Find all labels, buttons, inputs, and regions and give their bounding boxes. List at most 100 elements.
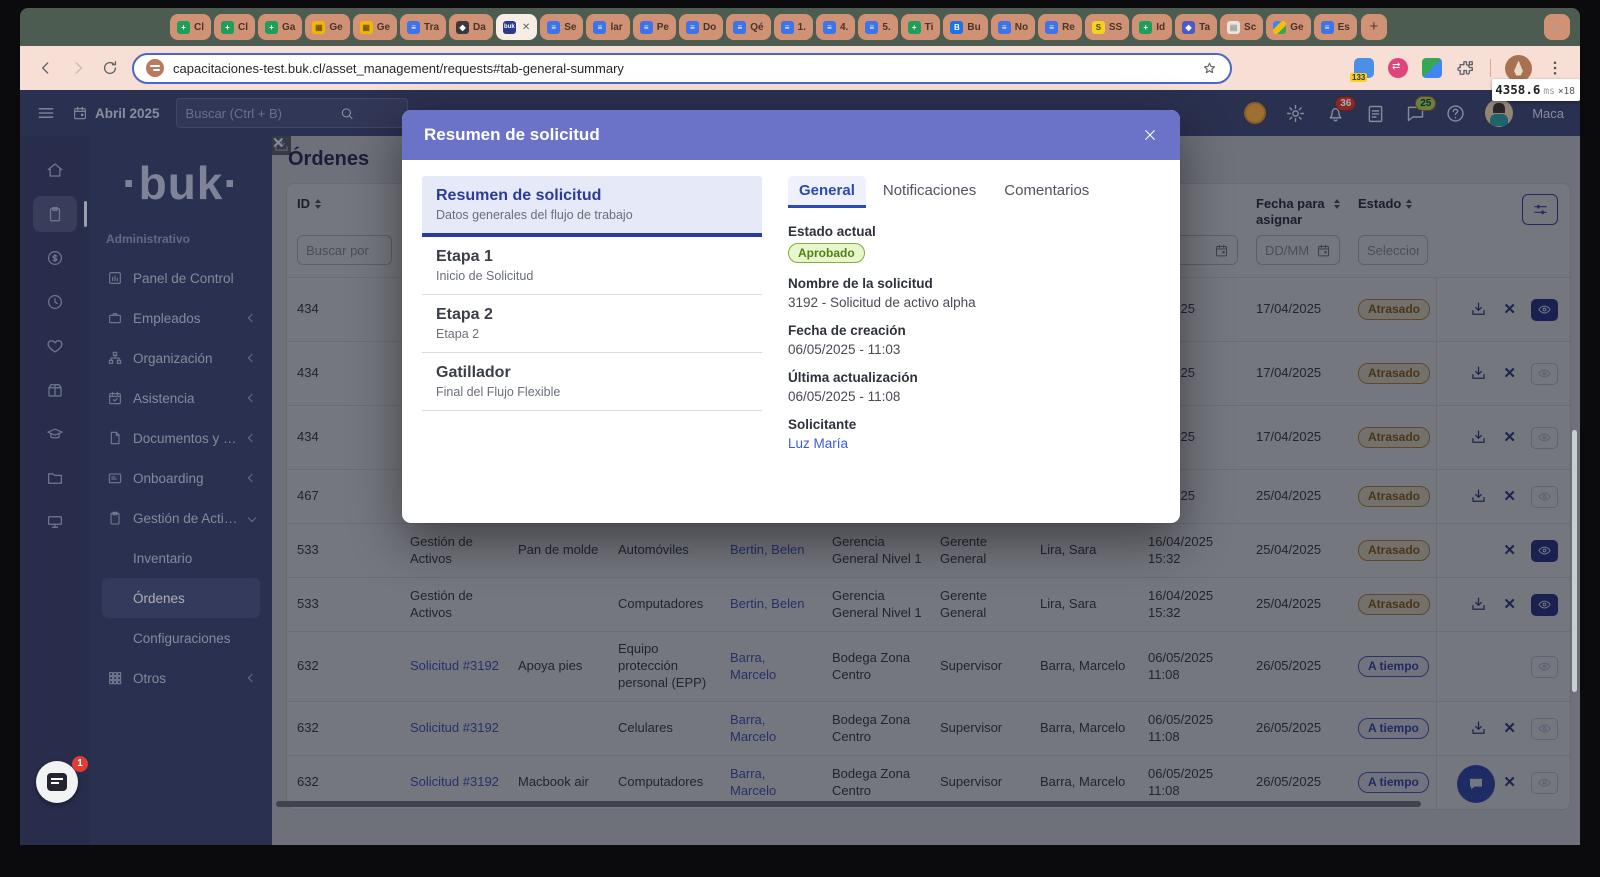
step-subtitle: Inicio de Solicitud <box>436 269 748 283</box>
tab-label: No <box>1015 22 1028 33</box>
step-subtitle: Etapa 2 <box>436 327 748 341</box>
browser-tab[interactable]: BBu <box>943 14 987 40</box>
extension-red-icon[interactable] <box>1388 58 1408 78</box>
modal-content: GeneralNotificacionesComentarios Estado … <box>788 176 1160 507</box>
browser-tab[interactable]: ≡1. <box>774 14 813 40</box>
request-summary-modal: Resumen de solicitud Resumen de solicitu… <box>402 110 1180 523</box>
modal-tab-comentarios[interactable]: Comentarios <box>993 176 1100 208</box>
browser-tab[interactable]: +Ti <box>901 14 941 40</box>
tab-strip-tabs: +Cl+Cl+Ga▦Ge▦Ge≡Tra◆Dabuk✕≡Se≡lar≡Pe≡Do≡… <box>170 14 1357 40</box>
field-value: 3192 - Solicitud de activo alpha <box>788 295 1160 310</box>
tab-favicon-docs-icon: ≡ <box>781 21 794 34</box>
browser-tab[interactable]: ◆ Da <box>449 14 493 40</box>
tab-label: Cl <box>194 22 204 33</box>
browser-tab[interactable]: +Cl <box>214 14 255 40</box>
extensions-row: 133 <box>1354 55 1564 82</box>
step-subtitle: Final del Flujo Flexible <box>436 385 748 399</box>
chevron-down-icon <box>1553 22 1561 30</box>
modal-tab-general[interactable]: General <box>788 176 866 208</box>
browser-tab[interactable]: +Ga <box>258 14 302 40</box>
tab-close-icon[interactable]: ✕ <box>522 22 530 33</box>
step-title: Etapa 2 <box>436 306 748 324</box>
tab-label: Ta <box>1199 22 1210 33</box>
tab-label: lar <box>610 22 622 33</box>
browser-menu-icon[interactable] <box>1546 59 1564 77</box>
modal-tab-notificaciones[interactable]: Notificaciones <box>872 176 987 208</box>
modal-step-etapa-1[interactable]: Etapa 1Inicio de Solicitud <box>422 237 762 295</box>
url-text: capacitaciones-test.buk.cl/asset_managem… <box>173 61 624 76</box>
extension-badge-icon[interactable]: 133 <box>1354 58 1374 78</box>
tab-label: Bu <box>967 22 980 33</box>
field-value: 06/05/2025 - 11:03 <box>788 342 1160 357</box>
tab-favicon-buk-icon: buk <box>503 21 516 34</box>
url-bar[interactable]: capacitaciones-test.buk.cl/asset_managem… <box>132 53 1232 84</box>
bookmark-star-icon[interactable] <box>1201 60 1218 77</box>
browser-tab[interactable]: Ge <box>1266 14 1310 40</box>
tab-favicon-sheets-icon: + <box>177 21 190 34</box>
browser-tab[interactable]: ≡Es <box>1314 14 1357 40</box>
tab-label: Da <box>473 22 486 33</box>
tab-favicon-docs-icon: ≡ <box>823 21 836 34</box>
tab-label: Qé <box>750 22 763 33</box>
browser-tab[interactable]: ▤Sc <box>1220 14 1263 40</box>
tab-label: Pe <box>657 22 669 33</box>
tab-favicon-docs-icon: ≡ <box>1045 21 1058 34</box>
tab-favicon-sheets-icon: + <box>221 21 234 34</box>
field-value: 06/05/2025 - 11:08 <box>788 389 1160 404</box>
browser-tab[interactable]: SSS <box>1085 14 1129 40</box>
browser-tab[interactable]: ≡Se <box>540 14 583 40</box>
modal-step-etapa-2[interactable]: Etapa 2 Etapa 2 <box>422 295 762 353</box>
tab-label: Do <box>703 22 716 33</box>
new-tab-button[interactable]: + <box>1361 14 1387 40</box>
tab-favicon-dark-icon: ◆ <box>456 21 469 34</box>
browser-tab[interactable]: ≡5. <box>858 14 897 40</box>
browser-tab[interactable]: ≡Re <box>1038 14 1082 40</box>
site-settings-icon[interactable] <box>146 59 164 77</box>
reload-button[interactable] <box>100 58 120 78</box>
browser-tab[interactable]: +Id <box>1132 14 1172 40</box>
browser-tab[interactable]: ≡lar <box>586 14 629 40</box>
browser-tab[interactable]: ≡Qé <box>726 14 770 40</box>
browser-tab[interactable]: ▦Ge <box>353 14 397 40</box>
step-title: Resumen de solicitud <box>436 187 748 205</box>
modal-step-gatillador[interactable]: GatilladorFinal del Flujo Flexible <box>422 353 762 411</box>
tab-favicon-docs-icon: ≡ <box>640 21 653 34</box>
status-badge: Aprobado <box>788 243 865 263</box>
tab-favicon-docs-icon: ≡ <box>686 21 699 34</box>
support-chat-widget[interactable] <box>36 761 78 803</box>
browser-tab[interactable]: ≡Tra <box>400 14 446 40</box>
tab-label: 4. <box>840 22 848 33</box>
browser-tab[interactable]: ≡ Pe <box>633 14 676 40</box>
browser-tab-active[interactable]: buk ✕ <box>496 14 537 40</box>
chat-widget-icon <box>47 773 67 791</box>
field-label: Solicitante <box>788 417 1160 432</box>
browser-tab[interactable]: ≡ 4. <box>816 14 855 40</box>
browser-tab[interactable]: ≡ Do <box>679 14 723 40</box>
tab-favicon-docs-icon: ≡ <box>998 21 1011 34</box>
tab-label: Ge <box>1290 22 1303 33</box>
browser-tab[interactable]: ◈ Ta <box>1175 14 1217 40</box>
browser-profile-avatar[interactable] <box>1505 55 1532 82</box>
vertical-scrollbar[interactable] <box>1572 430 1577 692</box>
forward-button[interactable] <box>68 58 88 78</box>
extensions-puzzle-icon[interactable] <box>1456 58 1476 78</box>
back-button[interactable] <box>36 58 56 78</box>
field-label: Última actualización <box>788 370 1160 385</box>
tab-favicon-docs-icon: ≡ <box>407 21 420 34</box>
tab-favicon-yellow-icon: S <box>1092 21 1105 34</box>
tab-label: SS <box>1109 22 1122 33</box>
browser-tab[interactable]: ≡ No <box>991 14 1035 40</box>
field-value[interactable]: Luz María <box>788 436 1160 451</box>
modal-step-nav: Resumen de solicitudDatos generales del … <box>422 176 762 507</box>
tab-favicon-slides-icon: ▦ <box>312 21 325 34</box>
modal-header: Resumen de solicitud <box>402 110 1180 160</box>
extension-green-icon[interactable] <box>1422 58 1442 78</box>
browser-tab[interactable]: + Cl <box>170 14 211 40</box>
field-estado-actual: Estado actualAprobado <box>788 224 1160 263</box>
tab-favicon-tabblue-icon: ◈ <box>1182 21 1195 34</box>
modal-step-resumen-de-solicitud[interactable]: Resumen de solicitudDatos generales del … <box>422 176 762 237</box>
browser-tab[interactable]: ▦Ge <box>305 14 349 40</box>
close-icon[interactable] <box>1142 127 1158 143</box>
tab-label: Sc <box>1244 22 1256 33</box>
tab-search-button[interactable] <box>1544 14 1570 40</box>
